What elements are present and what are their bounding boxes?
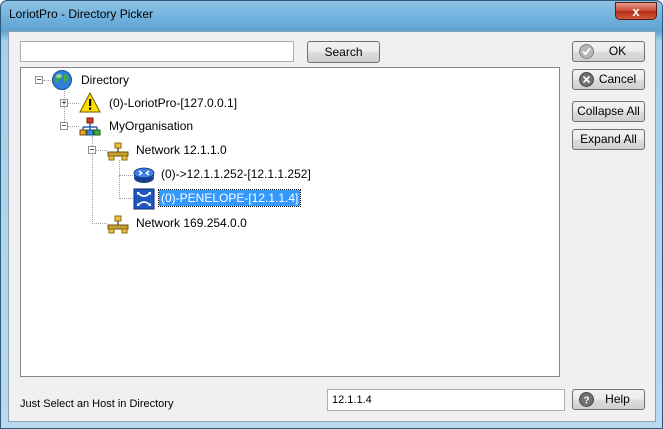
tree-node-label: Network 169.254.0.0 — [136, 216, 247, 230]
tree-node-label: (0)-PENELOPE-[12.1.1.4] — [157, 189, 302, 207]
org-chart-icon — [79, 117, 101, 136]
ok-button[interactable]: OK — [572, 41, 645, 62]
search-button[interactable]: Search — [307, 41, 380, 63]
help-icon: ? — [579, 392, 594, 407]
switch-icon — [133, 188, 155, 210]
cancel-button[interactable]: Cancel — [572, 69, 645, 90]
svg-text:?: ? — [583, 396, 589, 407]
directory-tree[interactable]: − Directory + (0)-LoriotPro-[127.0.0.1] — [20, 67, 560, 377]
dialog-client-area: Search − Directory + (0)-LoriotPro-[127.… — [8, 31, 656, 422]
collapse-all-label: Collapse All — [577, 104, 640, 118]
expand-toggle-loriotpro[interactable]: + — [60, 99, 68, 107]
title-bar[interactable]: LoriotPro - Directory Picker x — [1, 1, 662, 27]
selected-value-field[interactable]: 12.1.1.4 — [327, 389, 565, 411]
tree-node-label: (0)-LoriotPro-[127.0.0.1] — [109, 96, 238, 110]
warning-icon — [79, 92, 101, 113]
collapse-toggle-organisation[interactable]: − — [60, 122, 68, 130]
network-icon — [107, 215, 129, 234]
tree-connector — [119, 198, 133, 199]
tree-connector — [119, 160, 120, 199]
close-button[interactable]: x — [615, 2, 657, 20]
directory-picker-window: LoriotPro - Directory Picker x Search − — [0, 0, 663, 429]
window-title: LoriotPro - Directory Picker — [9, 7, 154, 21]
tree-node-label: (0)->12.1.1.252-[12.1.1.252] — [161, 167, 311, 181]
ok-button-label: OK — [608, 44, 627, 58]
tree-connector — [43, 80, 51, 81]
search-input[interactable] — [20, 41, 294, 62]
network-icon — [107, 142, 129, 161]
expand-all-button[interactable]: Expand All — [572, 129, 645, 150]
globe-icon — [52, 70, 72, 90]
router-icon — [133, 167, 155, 183]
collapse-all-button[interactable]: Collapse All — [572, 101, 645, 122]
tree-node-label: Directory — [81, 73, 130, 87]
collapse-toggle-network-12[interactable]: − — [88, 146, 96, 154]
tree-connector — [119, 175, 133, 176]
checkmark-icon — [579, 44, 594, 59]
expand-all-label: Expand All — [580, 132, 637, 146]
tree-node-label: MyOrganisation — [109, 119, 194, 133]
collapse-toggle-root[interactable]: − — [35, 76, 43, 84]
cancel-icon — [579, 72, 594, 87]
tree-node-label: Network 12.1.1.0 — [136, 143, 227, 157]
help-button[interactable]: ? Help — [572, 389, 645, 410]
search-button-label: Search — [324, 45, 363, 59]
status-text: Just Select an Host in Directory — [20, 398, 174, 410]
tree-connector — [92, 223, 107, 224]
close-icon: x — [632, 4, 640, 19]
